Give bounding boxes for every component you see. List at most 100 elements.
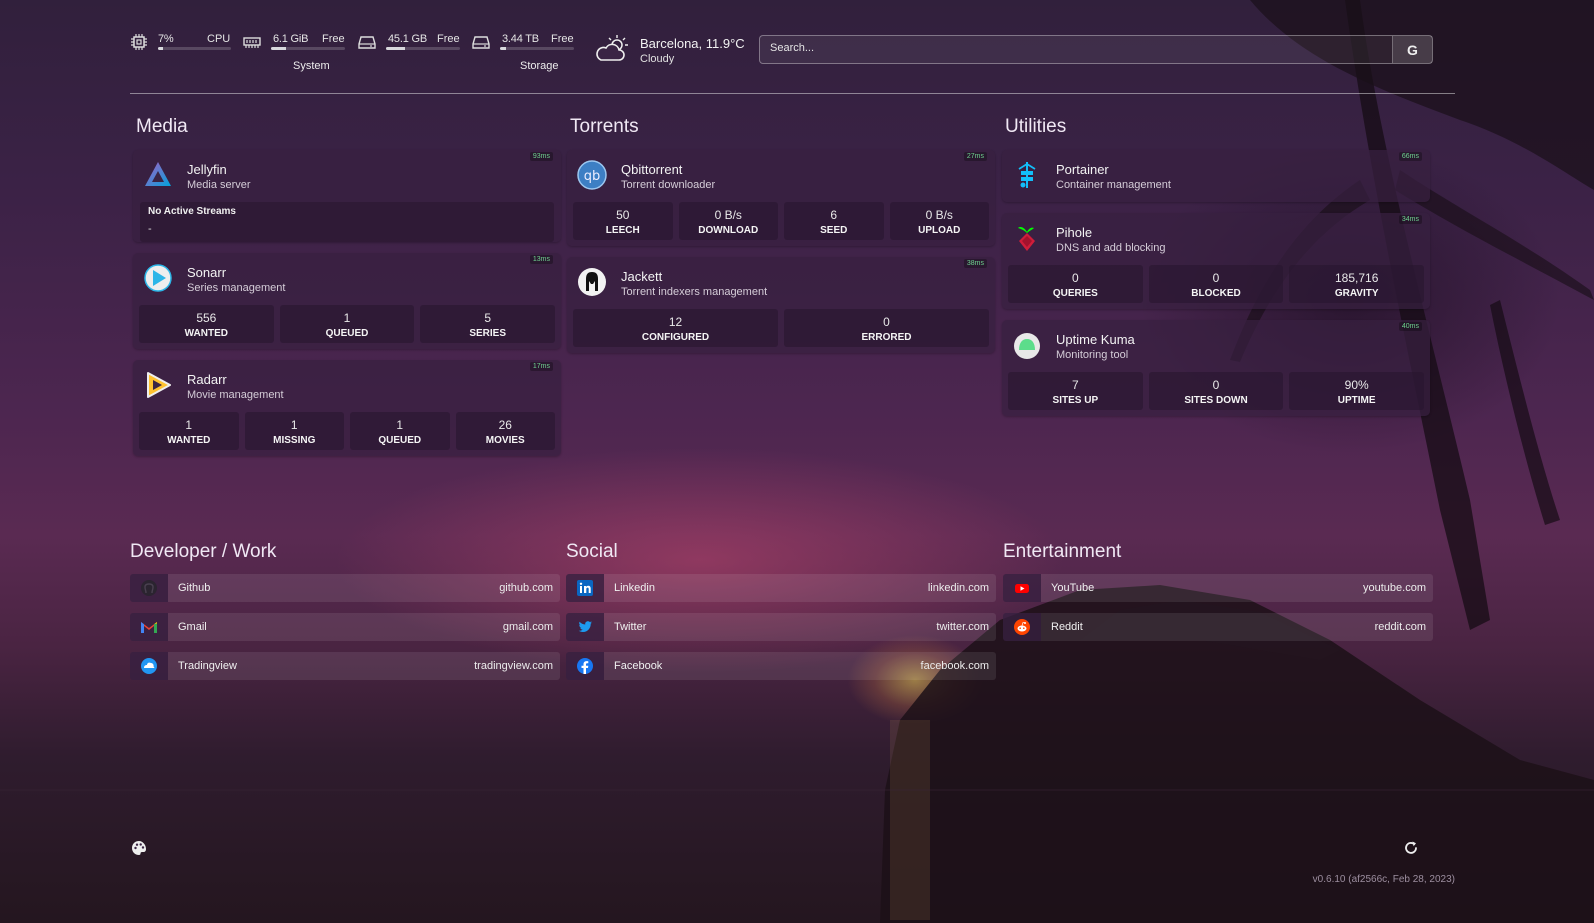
github-icon [141,580,157,596]
service-description: Media server [187,179,251,191]
service-name: Radarr [187,372,227,387]
bookmark-youtube[interactable]: YouTube youtube.com [1003,574,1433,602]
service-card-pihole[interactable]: Pihole DNS and add blocking 34ms 0 QUERIE… [1002,213,1430,309]
stats-row: 50 LEECH 0 B/s DOWNLOAD 6 SEED 0 B/s UPLOAD [567,202,995,246]
media-section: Media Jellyfin Media server 93ms No Acti… [133,116,561,467]
radarr-icon [147,372,171,398]
stat-wanted: 556 WANTED [139,305,274,343]
service-card-qbittorrent[interactable]: qb Qbittorrent Torrent downloader 27ms 5… [567,150,995,246]
ping-badge: 40ms [1398,322,1422,331]
stat-value: 0 [1071,271,1079,285]
memory-label: Free [322,33,345,45]
stat-value: 1 [396,418,404,432]
search-input[interactable] [770,42,1370,54]
stat-label: QUEUED [378,435,422,446]
qbittorrent-icon: qb [577,160,607,190]
bookmark-twitter[interactable]: Twitter twitter.com [566,613,996,641]
stat-blocked: 0 BLOCKED [1148,265,1284,303]
stat-seed: 6 SEED [784,202,884,240]
stat-label: QUEUED [325,328,369,339]
stat-upload: 0 B/s UPLOAD [889,202,989,240]
bookmark-name: Linkedin [614,582,655,594]
linkedin-icon [577,580,593,596]
service-description: DNS and add blocking [1056,242,1166,254]
refresh-icon[interactable] [1403,840,1419,856]
stats-row: 1 WANTED 1 MISSING 1 QUEUED 26 MOVIES [133,412,561,456]
stat-value: 12 [668,315,683,329]
stat-label: WANTED [184,328,228,339]
bookmark-url: reddit.com [1374,621,1426,633]
stat-series: 5 SERIES [420,305,556,343]
stats-row: 7 SITES UP 0 SITES DOWN 90% UPTIME [1002,372,1430,416]
bookmark-facebook[interactable]: Facebook facebook.com [566,652,996,680]
disk1-bar [386,47,460,50]
stat-label: WANTED [167,435,211,446]
stats-row: 12 CONFIGURED 0 ERRORED [567,309,995,353]
bookmark-name: Twitter [614,621,647,633]
version-label: v0.6.10 (af2566c, Feb 28, 2023) [1312,874,1455,885]
stat-label: UPLOAD [918,225,961,236]
service-card-radarr[interactable]: Radarr Movie management 17ms 1 WANTED 1 MI… [133,360,561,456]
service-name: Pihole [1056,225,1093,240]
streams-title: No Active Streams [148,206,236,217]
torrents-section: Torrents qb Qbittorrent Torrent download… [567,116,995,364]
stat-movies: 26 MOVIES [455,412,555,450]
disk1-bar-fill [386,47,405,50]
service-card-jackett[interactable]: Jackett Torrent indexers management 38ms… [567,257,995,353]
stat-gravity: 185,716 GRAVITY [1289,265,1425,303]
weather-condition: Cloudy [640,53,675,65]
storage-group-label: Storage [520,60,559,72]
stat-label: LEECH [605,225,640,236]
disk2-value: 3.44 TB [502,33,539,45]
utilities-section: Utilities Portainer Container management… [1002,116,1430,427]
bookmark-group-title: Entertainment [1003,541,1122,562]
streams-panel: No Active Streams - [140,202,554,242]
system-group-label: System [293,60,330,72]
service-card-portainer[interactable]: Portainer Container management 66ms [1002,150,1430,202]
stat-uptime: 90% UPTIME [1289,372,1425,410]
bookmark-github[interactable]: Github github.com [130,574,560,602]
memory-icon [243,37,261,48]
service-name: Sonarr [187,265,227,280]
stat-label: SITES UP [1052,395,1099,406]
facebook-icon [577,658,593,674]
ping-badge: 66ms [1398,152,1422,161]
cpu-icon [131,34,147,50]
disk2-bar [500,47,574,50]
stat-value: 5 [484,311,492,325]
stat-label: MOVIES [485,435,525,446]
bookmark-url: gmail.com [502,621,553,633]
bookmark-reddit[interactable]: Reddit reddit.com [1003,613,1433,641]
stat-queries: 0 QUERIES [1008,265,1143,303]
memory-bar-fill [271,47,286,50]
stat-value: 1 [290,418,298,432]
service-description: Container management [1056,179,1171,191]
ping-badge: 38ms [963,259,987,268]
bookmark-linkedin[interactable]: Linkedin linkedin.com [566,574,996,602]
service-description: Movie management [187,389,284,401]
service-card-jellyfin[interactable]: Jellyfin Media server 93ms No Active Str… [133,150,561,242]
bookmark-group-title: Social [566,541,618,562]
bookmark-name: Facebook [614,660,663,672]
sonarr-icon [144,264,172,292]
bookmark-name: Gmail [178,621,207,633]
disk2-bar-fill [500,47,506,50]
stat-sites-up: 7 SITES UP [1008,372,1143,410]
memory-value: 6.1 GiB [273,33,309,45]
bookmark-name: Reddit [1051,621,1083,633]
section-title-torrents: Torrents [570,116,639,137]
service-card-uptime-kuma[interactable]: Uptime Kuma Monitoring tool 40ms 7 SITES … [1002,320,1430,416]
stat-value: 556 [196,311,217,325]
service-name: Qbittorrent [621,162,683,177]
stat-value: 0 [883,315,890,329]
ping-badge: 34ms [1398,215,1422,224]
stat-queued: 1 QUEUED [350,412,450,450]
bookmark-tradingview[interactable]: Tradingview tradingview.com [130,652,560,680]
bookmark-gmail[interactable]: Gmail gmail.com [130,613,560,641]
stat-value: 26 [498,418,512,432]
palette-icon[interactable] [131,840,147,856]
service-card-sonarr[interactable]: Sonarr Series management 13ms 556 WANTED … [133,253,561,349]
bookmark-name: Github [178,582,211,594]
google-search-button[interactable]: G [1392,36,1432,63]
stat-label: SITES DOWN [1184,395,1248,406]
